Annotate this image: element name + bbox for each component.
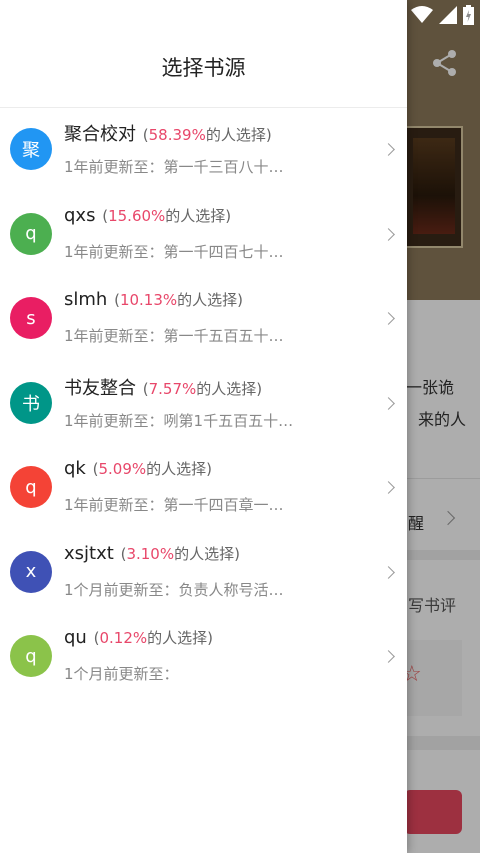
- source-title-line: qxs (15.60%的人选择): [64, 205, 231, 226]
- source-share-suffix: 的人选择): [177, 291, 244, 309]
- source-name: 聚合校对: [64, 124, 136, 145]
- chevron-right-icon: [382, 650, 395, 663]
- source-title-line: qk (5.09%的人选择): [64, 458, 212, 479]
- source-share-text: (15.60%的人选择): [97, 207, 231, 225]
- paren-open: (: [87, 460, 99, 478]
- source-item[interactable]: x xsjtxt (3.10%的人选择) 1个月前更新至：负责人称号活…: [0, 531, 407, 616]
- wifi-icon: [411, 6, 433, 23]
- source-item[interactable]: s slmh (10.13%的人选择) 1年前更新至：第一千五百五十…: [0, 277, 407, 362]
- source-list: 聚聚合校对 (58.39%的人选择) 1年前更新至：第一千三百八十… q qxs (1…: [0, 108, 407, 700]
- status-bar: [411, 4, 474, 26]
- source-share-suffix: 的人选择): [196, 379, 263, 398]
- source-latest-chapter: 1年前更新至：咧第1千五百五十…: [64, 411, 294, 430]
- source-latest-chapter: 1年前更新至：第一千四百章一…: [64, 496, 284, 514]
- source-share-text: (5.09%的人选择): [88, 460, 212, 478]
- source-latest-chapter: 1个月前更新至：: [64, 665, 179, 683]
- paren-open: (: [115, 544, 127, 563]
- source-title-line: qu (0.12%的人选择): [64, 627, 213, 648]
- source-title-line: 书友整合 (7.57%的人选择): [64, 374, 262, 400]
- source-share-text: (0.12%的人选择): [89, 629, 213, 647]
- source-percent: 58.39%: [148, 126, 206, 144]
- paren-open: (: [109, 291, 120, 309]
- source-name: qu: [64, 627, 87, 648]
- source-percent: 3.10%: [126, 544, 175, 563]
- paren-open: (: [88, 629, 100, 647]
- chevron-right-icon: [382, 481, 395, 494]
- source-latest-chapter: 1个月前更新至：负责人称号活…: [64, 580, 284, 599]
- source-name: xsjtxt: [64, 542, 114, 564]
- battery-charging-icon: [463, 5, 474, 25]
- source-title-line: slmh (10.13%的人选择): [64, 289, 243, 310]
- source-share-text: (58.39%的人选择): [138, 126, 272, 144]
- source-avatar: s: [10, 297, 52, 339]
- chevron-right-icon: [382, 312, 395, 325]
- chevron-right-icon: [382, 227, 395, 241]
- source-latest-chapter: 1年前更新至：第一千四百七十…: [64, 242, 284, 261]
- source-item[interactable]: q qu (0.12%的人选择) 1个月前更新至：: [0, 615, 407, 700]
- source-percent: 10.13%: [119, 291, 178, 309]
- source-avatar: q: [10, 212, 52, 255]
- source-item[interactable]: q qxs (15.60%的人选择) 1年前更新至：第一千四百七十…: [0, 193, 407, 278]
- source-name: qk: [64, 458, 86, 479]
- source-percent: 5.09%: [98, 460, 147, 478]
- source-share-suffix: 的人选择): [146, 460, 212, 478]
- source-share-suffix: 的人选择): [165, 206, 232, 225]
- source-share-text: (3.10%的人选择): [116, 545, 240, 563]
- source-avatar: q: [10, 635, 52, 677]
- drawer-title: 选择书源: [161, 56, 246, 80]
- source-name: 书友整合: [64, 377, 136, 399]
- screen: 一张诡 来的人 醒 写书评 ☆ KK www.kkx.net 选择书源 聚聚合校…: [0, 0, 480, 853]
- source-share-suffix: 的人选择): [205, 126, 272, 144]
- source-percent: 7.57%: [148, 379, 197, 398]
- paren-open: (: [138, 126, 149, 144]
- source-name: qxs: [64, 204, 96, 226]
- source-item[interactable]: 聚聚合校对 (58.39%的人选择) 1年前更新至：第一千三百八十…: [0, 108, 407, 193]
- source-item[interactable]: q qk (5.09%的人选择) 1年前更新至：第一千四百章一…: [0, 446, 407, 531]
- source-share-suffix: 的人选择): [174, 544, 240, 563]
- chevron-right-icon: [382, 143, 395, 156]
- paren-open: (: [97, 206, 109, 225]
- source-avatar: q: [10, 466, 52, 508]
- source-title-line: 聚合校对 (58.39%的人选择): [64, 120, 272, 146]
- source-percent: 15.60%: [108, 206, 166, 225]
- source-share-suffix: 的人选择): [147, 629, 213, 647]
- source-avatar: 书: [10, 381, 52, 424]
- signal-icon: [439, 6, 457, 24]
- source-drawer: 选择书源 聚聚合校对 (58.39%的人选择) 1年前更新至：第一千三百八十… q q…: [0, 0, 407, 853]
- paren-open: (: [138, 379, 149, 398]
- chevron-right-icon: [382, 565, 395, 579]
- source-avatar: x: [10, 550, 52, 593]
- source-name: slmh: [64, 289, 108, 310]
- source-latest-chapter: 1年前更新至：第一千五百五十…: [64, 327, 284, 345]
- source-share-text: (10.13%的人选择): [109, 291, 243, 309]
- source-share-text: (7.57%的人选择): [138, 380, 262, 398]
- chevron-right-icon: [382, 396, 395, 410]
- source-percent: 0.12%: [99, 629, 148, 647]
- source-avatar: 聚: [10, 128, 52, 170]
- source-latest-chapter: 1年前更新至：第一千三百八十…: [64, 158, 284, 176]
- source-item[interactable]: 书书友整合 (7.57%的人选择) 1年前更新至：咧第1千五百五十…: [0, 362, 407, 447]
- source-title-line: xsjtxt (3.10%的人选择): [64, 543, 240, 564]
